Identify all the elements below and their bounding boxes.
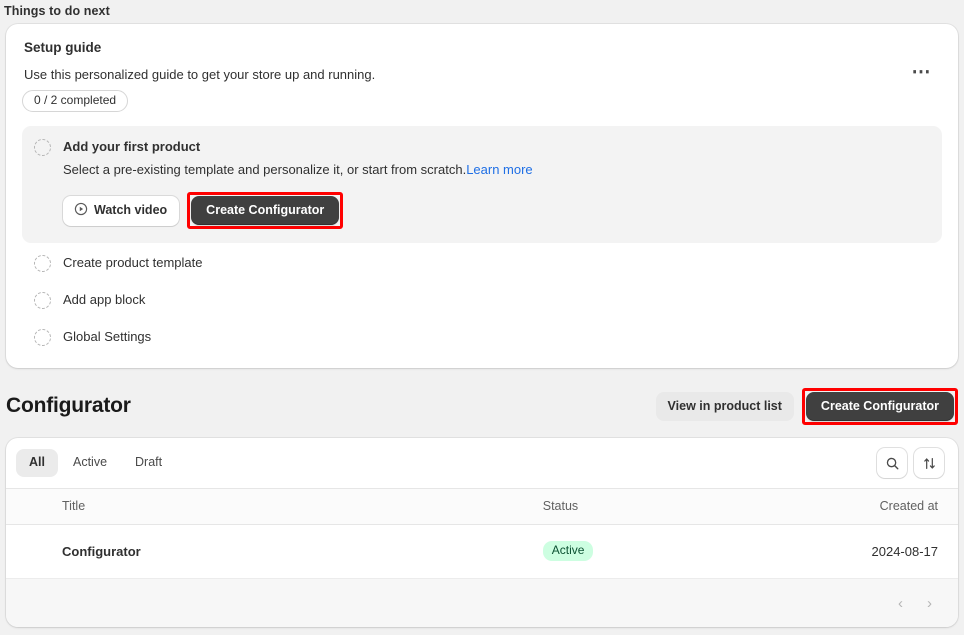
setup-guide-title: Setup guide <box>24 40 102 55</box>
task-item-global-settings[interactable]: Global Settings <box>22 320 942 354</box>
dashed-circle-icon <box>34 255 51 273</box>
task-title: Add app block <box>63 292 146 308</box>
create-configurator-highlight: Create Configurator <box>187 192 344 230</box>
column-header-status: Status <box>542 489 746 526</box>
cell-status: Active <box>542 524 746 580</box>
page-root: Things to do next ⋯ Setup guide Use this… <box>0 0 964 635</box>
setup-guide-card: ⋯ Setup guide Use this personalized guid… <box>6 24 958 369</box>
page-section-heading: Things to do next <box>4 4 110 18</box>
learn-more-link[interactable]: Learn more <box>466 162 532 177</box>
dashed-circle-icon <box>34 292 51 310</box>
list-tabs-row: All Active Draft <box>6 438 958 490</box>
status-badge: Active <box>542 541 594 562</box>
task-item-add-app-block[interactable]: Add app block <box>22 283 942 317</box>
create-configurator-button-header[interactable]: Create Configurator <box>805 391 954 421</box>
pagination-next-icon[interactable]: › <box>923 594 936 613</box>
list-tools <box>877 448 948 479</box>
task-body: Add app block <box>63 291 930 308</box>
cell-title: Configurator <box>6 524 543 580</box>
watch-video-label: Watch video <box>94 203 168 218</box>
setup-progress-badge: 0 / 2 completed <box>22 90 129 113</box>
task-item-add-first-product[interactable]: Add your first product Select a pre-exis… <box>22 126 942 244</box>
tab-active[interactable]: Active <box>60 449 120 477</box>
task-title: Add your first product <box>63 139 201 155</box>
page-title: Configurator <box>6 394 131 418</box>
search-icon[interactable] <box>877 448 907 479</box>
pagination-previous-icon[interactable]: ‹ <box>894 594 907 613</box>
table-head: Title Status Created at <box>6 489 958 526</box>
task-title: Global Settings <box>63 329 152 345</box>
task-title: Create product template <box>63 255 203 271</box>
task-item-create-product-template[interactable]: Create product template <box>22 246 942 280</box>
task-actions: Watch video Create Configurator <box>63 192 930 230</box>
setup-task-list: Add your first product Select a pre-exis… <box>22 126 942 354</box>
play-circle-icon <box>74 202 88 219</box>
cell-created-at: 2024-08-17 <box>745 524 958 580</box>
watch-video-button[interactable]: Watch video <box>63 195 180 226</box>
configurator-header-actions: View in product list Create Configurator <box>655 387 958 425</box>
dashed-circle-icon <box>34 139 51 157</box>
create-configurator-highlight-header: Create Configurator <box>801 387 958 425</box>
task-description: Select a pre-existing template and perso… <box>63 162 930 178</box>
column-header-title: Title <box>6 489 543 526</box>
sort-arrows-icon[interactable] <box>914 448 944 479</box>
setup-guide-description: Use this personalized guide to get your … <box>24 67 376 82</box>
list-tabs: All Active Draft <box>16 449 175 477</box>
table-row[interactable]: Configurator Active 2024-08-17 <box>6 524 958 580</box>
ellipsis-horizontal-icon[interactable]: ⋯ <box>912 63 933 82</box>
column-header-created-at: Created at <box>745 489 958 526</box>
task-description-text: Select a pre-existing template and perso… <box>63 162 467 178</box>
view-in-product-list-button[interactable]: View in product list <box>655 391 794 421</box>
task-body: Add your first product Select a pre-exis… <box>63 138 930 230</box>
configurator-header: Configurator View in product list Create… <box>6 387 958 425</box>
configurator-list-card: All Active Draft Title Status Created at… <box>6 438 958 628</box>
table-body: Configurator Active 2024-08-17 <box>6 524 958 580</box>
task-body: Global Settings <box>63 328 930 345</box>
tab-all[interactable]: All <box>16 449 58 477</box>
dashed-circle-icon <box>34 329 51 347</box>
tab-draft[interactable]: Draft <box>122 449 175 477</box>
create-configurator-button-guide[interactable]: Create Configurator <box>191 196 340 226</box>
configurator-table: Title Status Created at Configurator Act… <box>6 489 958 580</box>
task-body: Create product template <box>63 254 930 271</box>
table-header-row: Title Status Created at <box>6 489 958 526</box>
table-footer: ‹ › <box>6 579 958 628</box>
